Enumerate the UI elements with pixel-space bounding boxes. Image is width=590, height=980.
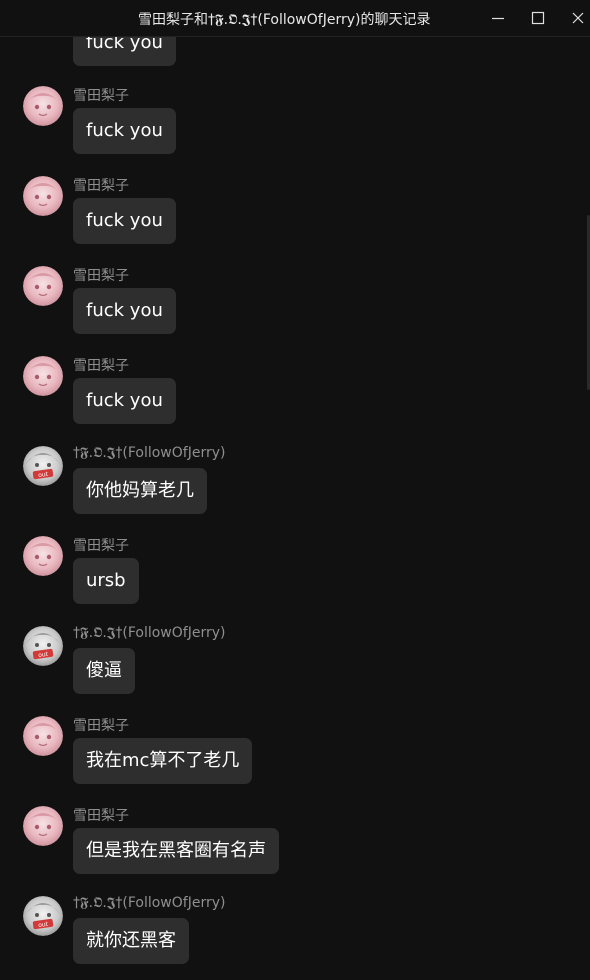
avatar-grey[interactable]: out bbox=[23, 446, 63, 486]
svg-text:out: out bbox=[38, 651, 49, 659]
minimize-icon bbox=[492, 17, 504, 20]
avatar-pink[interactable] bbox=[23, 266, 63, 306]
sender-name: 雪田梨子 bbox=[73, 538, 129, 554]
sender-name: 雪田梨子 bbox=[73, 358, 129, 374]
message-bubble[interactable]: 傻逼 bbox=[73, 648, 135, 694]
message-row: 雪田梨子 fuck you bbox=[22, 356, 580, 446]
message-row: 雪田梨子 ursb bbox=[22, 536, 580, 626]
avatar-pink[interactable] bbox=[23, 806, 63, 846]
message-bubble[interactable]: fuck you bbox=[73, 288, 176, 334]
message-row: 雪田梨子 fuck you bbox=[22, 266, 580, 356]
message-row: out †𝕱.𝕺.𝕵†(FollowOfJerry) 就你还黑客 bbox=[22, 895, 580, 980]
message-bubble[interactable]: fuck you bbox=[73, 198, 176, 244]
message-row: 雪田梨子 fuck you bbox=[22, 86, 580, 176]
avatar-grey[interactable]: out bbox=[23, 896, 63, 936]
message-row: 雪田梨子 fuck you bbox=[22, 176, 580, 266]
avatar-pink[interactable] bbox=[23, 356, 63, 396]
avatar-pink[interactable] bbox=[23, 716, 63, 756]
window-title: 雪田梨子和†𝕱.𝕺.𝕵†(FollowOfJerry)的聊天记录 bbox=[138, 12, 431, 28]
avatar-pink[interactable] bbox=[23, 536, 63, 576]
svg-text:out: out bbox=[38, 471, 49, 479]
minimize-button[interactable] bbox=[484, 4, 512, 32]
message-list[interactable]: fuck you 雪田梨子 fuck you 雪田梨子 fuck you 雪田梨… bbox=[0, 0, 590, 980]
message-bubble[interactable]: fuck you bbox=[73, 378, 176, 424]
sender-name: 雪田梨子 bbox=[73, 178, 129, 194]
svg-text:out: out bbox=[38, 921, 49, 929]
chat-history-window: fuck you 雪田梨子 fuck you 雪田梨子 fuck you 雪田梨… bbox=[0, 0, 590, 980]
sender-name: †𝕱.𝕺.𝕵†(FollowOfJerry) bbox=[73, 625, 226, 641]
message-bubble[interactable]: 就你还黑客 bbox=[73, 918, 189, 964]
close-button[interactable] bbox=[564, 4, 590, 32]
sender-name: 雪田梨子 bbox=[73, 88, 129, 104]
message-row: out †𝕱.𝕺.𝕵†(FollowOfJerry) 傻逼 bbox=[22, 625, 580, 716]
maximize-button[interactable] bbox=[524, 4, 552, 32]
close-icon bbox=[572, 12, 584, 24]
sender-name: 雪田梨子 bbox=[73, 808, 129, 824]
sender-name: †𝕱.𝕺.𝕵†(FollowOfJerry) bbox=[73, 445, 226, 461]
avatar-grey[interactable]: out bbox=[23, 626, 63, 666]
avatar-pink[interactable] bbox=[23, 176, 63, 216]
sender-name: 雪田梨子 bbox=[73, 718, 129, 734]
message-row: 雪田梨子 但是我在黑客圈有名声 bbox=[22, 806, 580, 896]
message-bubble[interactable]: 但是我在黑客圈有名声 bbox=[73, 828, 279, 874]
sender-name: 雪田梨子 bbox=[73, 268, 129, 284]
maximize-icon bbox=[531, 11, 545, 25]
message-bubble[interactable]: 我在mc算不了老几 bbox=[73, 738, 253, 784]
title-bar[interactable]: 雪田梨子和†𝕱.𝕺.𝕵†(FollowOfJerry)的聊天记录 bbox=[0, 0, 590, 37]
message-bubble[interactable]: fuck you bbox=[73, 108, 176, 154]
message-row: 雪田梨子 我在mc算不了老几 bbox=[22, 716, 580, 806]
message-bubble[interactable]: ursb bbox=[73, 558, 139, 604]
message-row: out †𝕱.𝕺.𝕵†(FollowOfJerry) 你他妈算老几 bbox=[22, 445, 580, 536]
sender-name: †𝕱.𝕺.𝕵†(FollowOfJerry) bbox=[73, 895, 226, 911]
message-bubble[interactable]: 你他妈算老几 bbox=[73, 468, 207, 514]
avatar-pink[interactable] bbox=[23, 86, 63, 126]
